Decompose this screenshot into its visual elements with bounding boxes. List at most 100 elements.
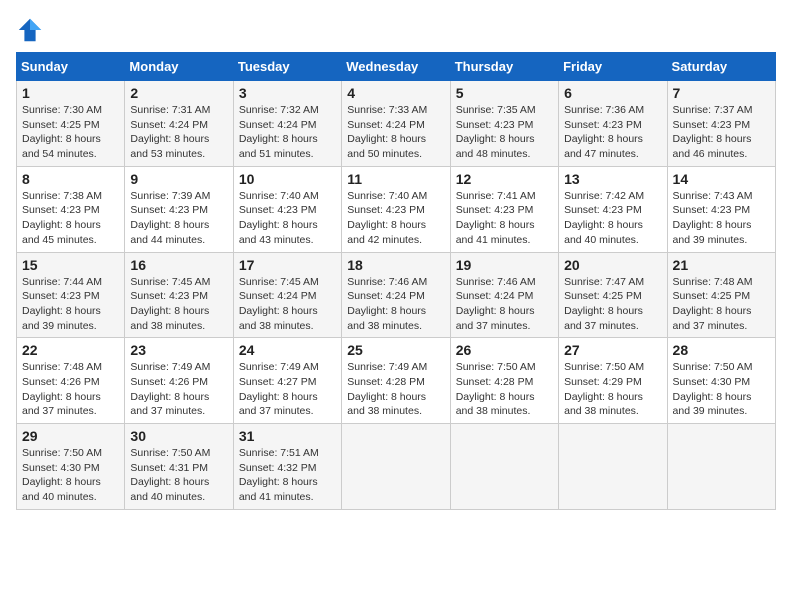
day-number: 22 [22, 342, 119, 358]
day-detail: Sunrise: 7:33 AMSunset: 4:24 PMDaylight:… [347, 103, 444, 162]
day-number: 27 [564, 342, 661, 358]
calendar-header-wednesday: Wednesday [342, 53, 450, 81]
calendar-cell: 10 Sunrise: 7:40 AMSunset: 4:23 PMDaylig… [233, 166, 341, 252]
day-detail: Sunrise: 7:40 AMSunset: 4:23 PMDaylight:… [239, 189, 336, 248]
day-detail: Sunrise: 7:50 AMSunset: 4:30 PMDaylight:… [22, 446, 119, 505]
calendar-cell: 11 Sunrise: 7:40 AMSunset: 4:23 PMDaylig… [342, 166, 450, 252]
day-detail: Sunrise: 7:49 AMSunset: 4:28 PMDaylight:… [347, 360, 444, 419]
calendar-cell: 16 Sunrise: 7:45 AMSunset: 4:23 PMDaylig… [125, 252, 233, 338]
calendar-cell: 3 Sunrise: 7:32 AMSunset: 4:24 PMDayligh… [233, 81, 341, 167]
calendar-cell [450, 424, 558, 510]
logo-icon [16, 16, 44, 44]
calendar-cell: 6 Sunrise: 7:36 AMSunset: 4:23 PMDayligh… [559, 81, 667, 167]
day-detail: Sunrise: 7:41 AMSunset: 4:23 PMDaylight:… [456, 189, 553, 248]
calendar-cell: 23 Sunrise: 7:49 AMSunset: 4:26 PMDaylig… [125, 338, 233, 424]
day-detail: Sunrise: 7:48 AMSunset: 4:25 PMDaylight:… [673, 275, 770, 334]
calendar-cell [342, 424, 450, 510]
calendar-cell: 2 Sunrise: 7:31 AMSunset: 4:24 PMDayligh… [125, 81, 233, 167]
day-number: 3 [239, 85, 336, 101]
day-number: 25 [347, 342, 444, 358]
day-number: 1 [22, 85, 119, 101]
day-detail: Sunrise: 7:40 AMSunset: 4:23 PMDaylight:… [347, 189, 444, 248]
day-number: 20 [564, 257, 661, 273]
calendar-cell: 29 Sunrise: 7:50 AMSunset: 4:30 PMDaylig… [17, 424, 125, 510]
calendar-cell: 5 Sunrise: 7:35 AMSunset: 4:23 PMDayligh… [450, 81, 558, 167]
day-number: 21 [673, 257, 770, 273]
calendar-header-friday: Friday [559, 53, 667, 81]
day-number: 10 [239, 171, 336, 187]
day-detail: Sunrise: 7:30 AMSunset: 4:25 PMDaylight:… [22, 103, 119, 162]
calendar-cell [559, 424, 667, 510]
day-detail: Sunrise: 7:50 AMSunset: 4:31 PMDaylight:… [130, 446, 227, 505]
calendar-header-tuesday: Tuesday [233, 53, 341, 81]
page-header [16, 16, 776, 44]
day-detail: Sunrise: 7:50 AMSunset: 4:29 PMDaylight:… [564, 360, 661, 419]
day-detail: Sunrise: 7:50 AMSunset: 4:30 PMDaylight:… [673, 360, 770, 419]
day-number: 4 [347, 85, 444, 101]
calendar-cell: 22 Sunrise: 7:48 AMSunset: 4:26 PMDaylig… [17, 338, 125, 424]
calendar-cell: 31 Sunrise: 7:51 AMSunset: 4:32 PMDaylig… [233, 424, 341, 510]
calendar-table: SundayMondayTuesdayWednesdayThursdayFrid… [16, 52, 776, 510]
calendar-cell: 25 Sunrise: 7:49 AMSunset: 4:28 PMDaylig… [342, 338, 450, 424]
calendar-cell: 30 Sunrise: 7:50 AMSunset: 4:31 PMDaylig… [125, 424, 233, 510]
day-detail: Sunrise: 7:45 AMSunset: 4:23 PMDaylight:… [130, 275, 227, 334]
calendar-cell: 9 Sunrise: 7:39 AMSunset: 4:23 PMDayligh… [125, 166, 233, 252]
calendar-cell: 8 Sunrise: 7:38 AMSunset: 4:23 PMDayligh… [17, 166, 125, 252]
day-detail: Sunrise: 7:47 AMSunset: 4:25 PMDaylight:… [564, 275, 661, 334]
calendar-cell [667, 424, 775, 510]
calendar-cell: 21 Sunrise: 7:48 AMSunset: 4:25 PMDaylig… [667, 252, 775, 338]
calendar-cell: 28 Sunrise: 7:50 AMSunset: 4:30 PMDaylig… [667, 338, 775, 424]
calendar-week-row: 29 Sunrise: 7:50 AMSunset: 4:30 PMDaylig… [17, 424, 776, 510]
day-number: 7 [673, 85, 770, 101]
calendar-week-row: 15 Sunrise: 7:44 AMSunset: 4:23 PMDaylig… [17, 252, 776, 338]
day-detail: Sunrise: 7:42 AMSunset: 4:23 PMDaylight:… [564, 189, 661, 248]
day-detail: Sunrise: 7:39 AMSunset: 4:23 PMDaylight:… [130, 189, 227, 248]
calendar-cell: 24 Sunrise: 7:49 AMSunset: 4:27 PMDaylig… [233, 338, 341, 424]
calendar-header-sunday: Sunday [17, 53, 125, 81]
day-detail: Sunrise: 7:31 AMSunset: 4:24 PMDaylight:… [130, 103, 227, 162]
calendar-cell: 14 Sunrise: 7:43 AMSunset: 4:23 PMDaylig… [667, 166, 775, 252]
calendar-header-monday: Monday [125, 53, 233, 81]
day-number: 31 [239, 428, 336, 444]
day-detail: Sunrise: 7:38 AMSunset: 4:23 PMDaylight:… [22, 189, 119, 248]
calendar-cell: 12 Sunrise: 7:41 AMSunset: 4:23 PMDaylig… [450, 166, 558, 252]
calendar-header-row: SundayMondayTuesdayWednesdayThursdayFrid… [17, 53, 776, 81]
day-detail: Sunrise: 7:43 AMSunset: 4:23 PMDaylight:… [673, 189, 770, 248]
day-number: 16 [130, 257, 227, 273]
day-detail: Sunrise: 7:49 AMSunset: 4:26 PMDaylight:… [130, 360, 227, 419]
day-number: 13 [564, 171, 661, 187]
calendar-week-row: 8 Sunrise: 7:38 AMSunset: 4:23 PMDayligh… [17, 166, 776, 252]
day-number: 14 [673, 171, 770, 187]
day-detail: Sunrise: 7:49 AMSunset: 4:27 PMDaylight:… [239, 360, 336, 419]
calendar-cell: 26 Sunrise: 7:50 AMSunset: 4:28 PMDaylig… [450, 338, 558, 424]
day-number: 30 [130, 428, 227, 444]
day-number: 17 [239, 257, 336, 273]
calendar-week-row: 22 Sunrise: 7:48 AMSunset: 4:26 PMDaylig… [17, 338, 776, 424]
day-number: 29 [22, 428, 119, 444]
calendar-cell: 20 Sunrise: 7:47 AMSunset: 4:25 PMDaylig… [559, 252, 667, 338]
logo [16, 16, 46, 44]
day-number: 15 [22, 257, 119, 273]
day-detail: Sunrise: 7:44 AMSunset: 4:23 PMDaylight:… [22, 275, 119, 334]
day-number: 5 [456, 85, 553, 101]
day-detail: Sunrise: 7:46 AMSunset: 4:24 PMDaylight:… [456, 275, 553, 334]
day-detail: Sunrise: 7:46 AMSunset: 4:24 PMDaylight:… [347, 275, 444, 334]
day-number: 8 [22, 171, 119, 187]
calendar-cell: 17 Sunrise: 7:45 AMSunset: 4:24 PMDaylig… [233, 252, 341, 338]
calendar-cell: 15 Sunrise: 7:44 AMSunset: 4:23 PMDaylig… [17, 252, 125, 338]
day-detail: Sunrise: 7:48 AMSunset: 4:26 PMDaylight:… [22, 360, 119, 419]
calendar-week-row: 1 Sunrise: 7:30 AMSunset: 4:25 PMDayligh… [17, 81, 776, 167]
calendar-header-thursday: Thursday [450, 53, 558, 81]
day-number: 26 [456, 342, 553, 358]
day-detail: Sunrise: 7:51 AMSunset: 4:32 PMDaylight:… [239, 446, 336, 505]
day-detail: Sunrise: 7:35 AMSunset: 4:23 PMDaylight:… [456, 103, 553, 162]
day-number: 19 [456, 257, 553, 273]
calendar-header-saturday: Saturday [667, 53, 775, 81]
day-detail: Sunrise: 7:45 AMSunset: 4:24 PMDaylight:… [239, 275, 336, 334]
calendar-cell: 27 Sunrise: 7:50 AMSunset: 4:29 PMDaylig… [559, 338, 667, 424]
day-number: 24 [239, 342, 336, 358]
day-number: 18 [347, 257, 444, 273]
calendar-cell: 7 Sunrise: 7:37 AMSunset: 4:23 PMDayligh… [667, 81, 775, 167]
day-detail: Sunrise: 7:50 AMSunset: 4:28 PMDaylight:… [456, 360, 553, 419]
calendar-cell: 4 Sunrise: 7:33 AMSunset: 4:24 PMDayligh… [342, 81, 450, 167]
